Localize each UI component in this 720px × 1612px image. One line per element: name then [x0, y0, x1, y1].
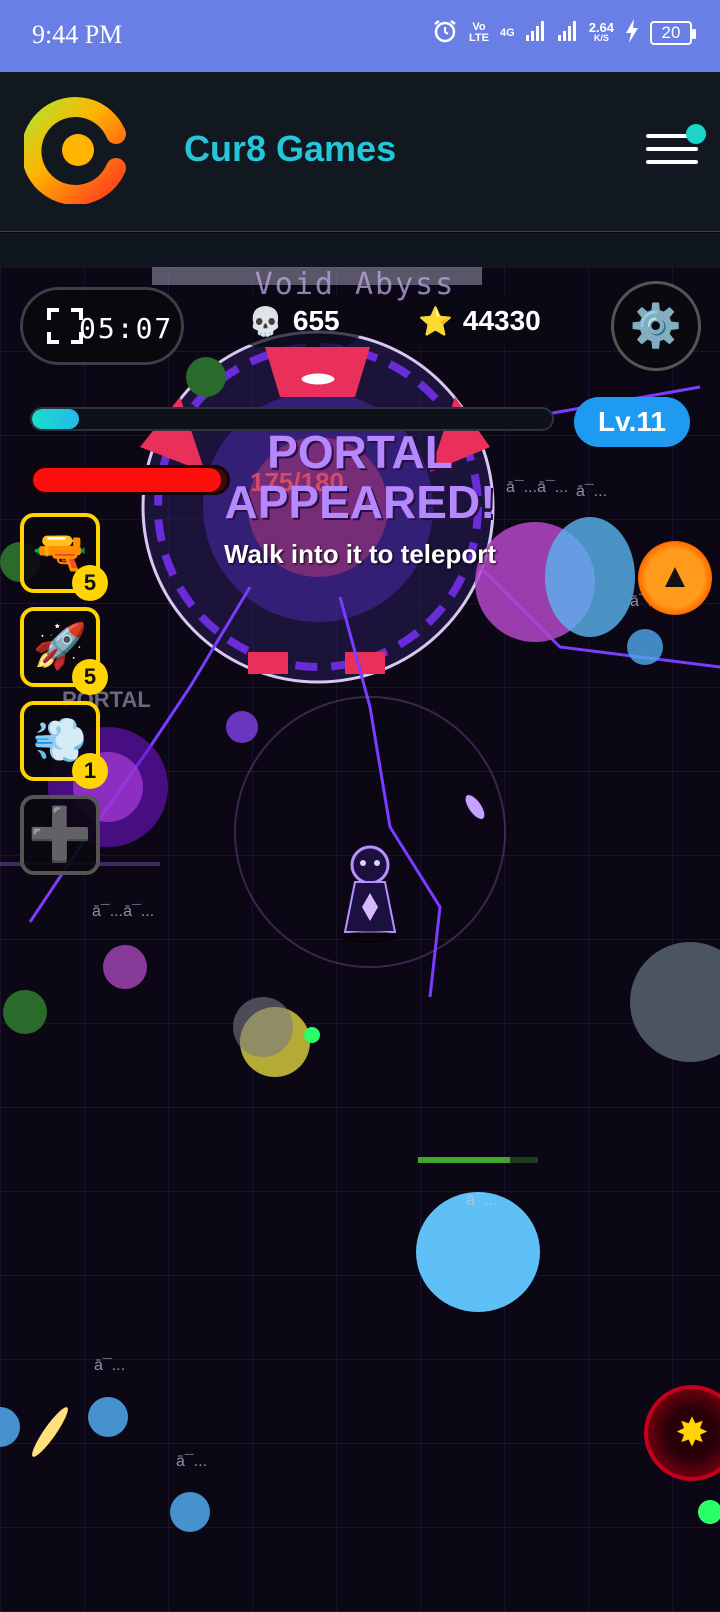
star-icon: ⭐: [418, 305, 453, 337]
weapon-slot-rocket[interactable]: 🚀 5: [20, 607, 108, 695]
smoke-cloud: [233, 997, 293, 1057]
enemy-imp: [226, 711, 258, 743]
battery-indicator: 20: [650, 21, 696, 45]
enemy-zombie: [186, 357, 226, 397]
settings-gear-icon[interactable]: ⚙️: [611, 281, 701, 371]
world-label: ā¯...: [576, 483, 608, 500]
portal-announcement-subtitle: Walk into it to teleport: [223, 539, 497, 569]
add-weapon-slot[interactable]: ➕: [20, 795, 100, 875]
weapon-level-badge: 1: [72, 753, 108, 789]
signal-icon: [525, 20, 547, 46]
enemy-slime-large: [416, 1192, 540, 1312]
enemy-small-blue: [170, 1492, 210, 1532]
net-speed: 2.64 K/S: [588, 20, 614, 44]
status-time: 9:44 PM: [32, 20, 123, 49]
timer-panel: 05:07: [20, 287, 184, 365]
star-count: 44330: [462, 305, 541, 336]
enemy-wraith: [103, 945, 147, 989]
enemy-small-blue: [88, 1397, 128, 1437]
header-divider-strip: [0, 233, 720, 267]
world-label: ā¯...: [94, 1357, 126, 1374]
charging-icon: [624, 19, 640, 47]
portal-announcement-title: PORTAL APPEARED!: [224, 426, 496, 528]
xp-gem: [304, 1027, 320, 1043]
kill-count: 655: [292, 305, 340, 336]
hamburger-menu-icon[interactable]: [646, 124, 706, 174]
boss-leg-left: [248, 652, 288, 674]
weapon-slot-blaster[interactable]: 🔫 5: [20, 513, 108, 601]
star-counter: ⭐ 44330: [404, 295, 564, 347]
network-type: 4G: [500, 26, 515, 39]
enemy-slime-blue: [545, 517, 635, 637]
arrow-up-icon: ▲: [658, 557, 692, 595]
weapon-slot-smoke[interactable]: 💨 1: [20, 701, 108, 789]
world-label: ā¯...: [176, 1453, 208, 1470]
game-canvas[interactable]: ā¯...ā¯... ā¯... ā¯...ā¯... ā¯... ā¯... …: [0, 267, 720, 1612]
enemy-small-blue: [0, 1407, 20, 1447]
world-label: ā¯...ā¯...: [92, 903, 155, 920]
level-up-button[interactable]: ▲: [638, 541, 712, 615]
status-bar: 9:44 PM Vo LTE 4G 2.64 K/S 20: [0, 0, 720, 72]
skull-icon: 💀: [248, 305, 283, 337]
status-icons: Vo LTE 4G 2.64 K/S 20: [432, 18, 696, 48]
projectile: [32, 1407, 68, 1457]
alarm-icon: [432, 18, 458, 48]
level-badge: Lv.11: [574, 397, 690, 447]
world-label: ā¯...: [466, 1192, 498, 1209]
signal-icon-2: [557, 20, 579, 46]
notification-dot: [686, 124, 706, 144]
burst-icon: ✸: [675, 1411, 709, 1455]
enemy-health-bar-fill: [418, 1157, 510, 1163]
net-speed-value: 2.64: [588, 20, 614, 35]
boss-eye: [298, 370, 338, 388]
xp-gem: [698, 1500, 720, 1524]
player-character: [342, 845, 398, 943]
app-header: Cur8 Games: [0, 72, 720, 232]
weapon-level-badge: 5: [72, 565, 108, 601]
xp-bar-fill: [32, 409, 79, 429]
enemy-zombie: [3, 990, 47, 1034]
projectile: [465, 795, 485, 819]
enemy-small-blue: [627, 629, 663, 665]
weapon-level-badge: 5: [72, 659, 108, 695]
volte-indicator: Vo LTE: [469, 21, 489, 44]
boss-leg-right: [345, 652, 385, 674]
kill-counter: 💀 655: [234, 295, 364, 347]
game-timer: 05:07: [79, 312, 174, 345]
cur8-logo-icon[interactable]: [21, 96, 132, 205]
brand-title[interactable]: Cur8 Games: [184, 128, 396, 170]
plus-icon: ➕: [27, 806, 93, 864]
enemy-golem: [630, 942, 720, 1062]
